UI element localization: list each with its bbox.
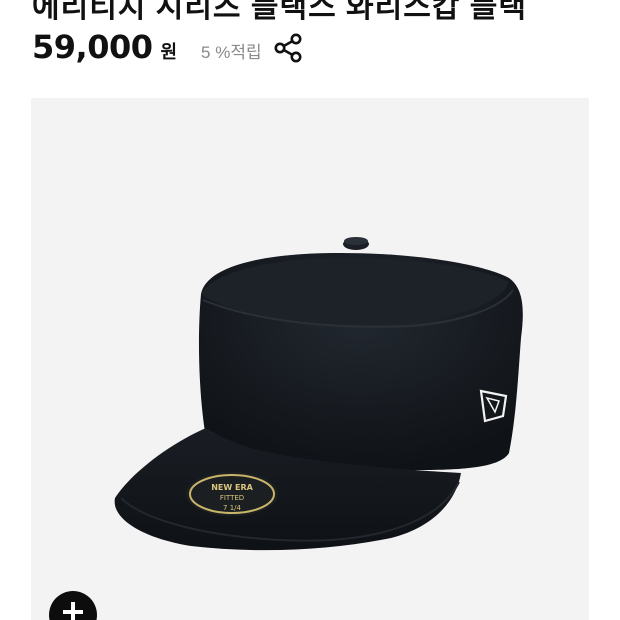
- product-image-panel[interactable]: NEW ERA FITTED 7 1/4: [31, 98, 589, 620]
- sticker-fit: FITTED: [220, 494, 244, 502]
- share-button[interactable]: [272, 33, 306, 63]
- points-rate: 5 %적립: [201, 43, 262, 62]
- price-value: 59,000: [32, 28, 153, 66]
- product-detail-page: 에리티지 시리즈 블랙스 와리스캅 블랙 59,000 원 5 %적립 NEW …: [0, 0, 620, 620]
- sticker-brand: NEW ERA: [211, 483, 253, 492]
- product-image-cap: NEW ERA FITTED 7 1/4: [114, 237, 523, 551]
- price-row: 59,000 원 5 %적립: [32, 28, 262, 70]
- share-icon: [274, 33, 302, 63]
- plus-icon: [63, 602, 83, 620]
- product-title: 에리티지 시리즈 블랙스 와리스캅 블랙: [32, 0, 527, 24]
- sticker-size: 7 1/4: [223, 504, 241, 512]
- price-currency: 원: [160, 42, 178, 62]
- zoom-button[interactable]: [49, 591, 97, 620]
